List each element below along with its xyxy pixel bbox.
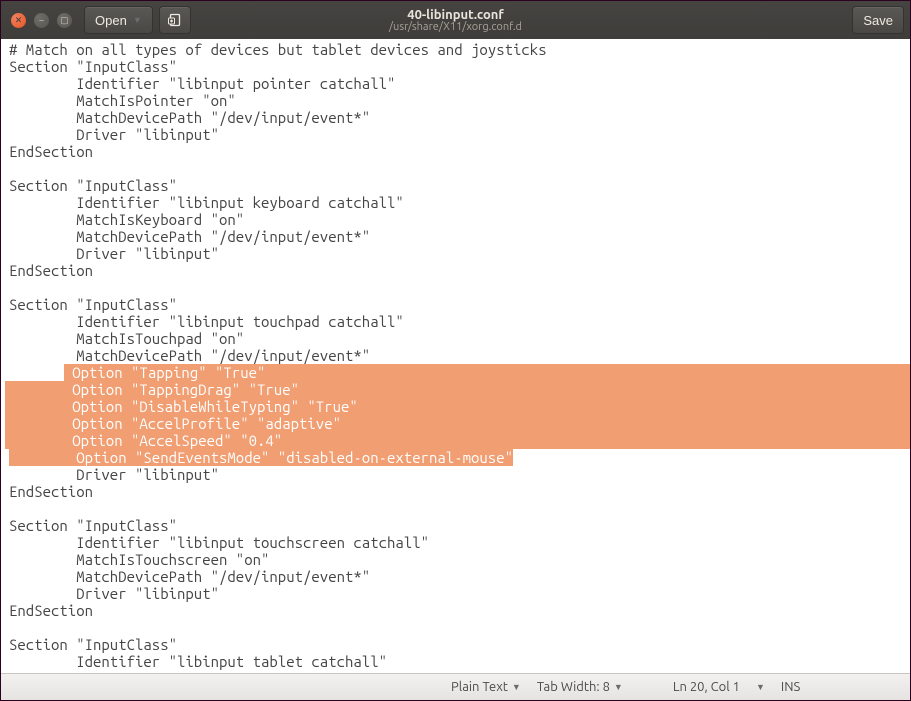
syntax-mode-label: Plain Text [451,680,508,694]
editor-line: MatchIsTouchpad "on" [5,330,910,347]
editor-line: Identifier "libinput touchpad catchall" [5,313,910,330]
tab-width-selector[interactable]: Tab Width: 8 ▼ [531,680,629,694]
chevron-down-icon: ▼ [756,682,765,692]
document-path: /usr/share/X11/xorg.conf.d [389,21,522,33]
editor-line: EndSection [5,483,910,500]
editor-line: MatchIsPointer "on" [5,92,910,109]
window-close-button[interactable]: ✕ [11,13,26,28]
status-bar: Plain Text ▼ Tab Width: 8 ▼ Ln 20, Col 1… [1,673,910,700]
chevron-down-icon: ▼ [512,682,521,692]
editor-line: Option "SendEventsMode" "disabled-on-ext… [5,449,910,466]
syntax-mode-selector[interactable]: Plain Text ▼ [445,680,527,694]
editor-line: MatchDevicePath "/dev/input/event*" [5,109,910,126]
editor-line [5,500,910,517]
save-button-label: Save [863,13,893,28]
editor-line: Option "TappingDrag" "True" [5,381,910,398]
chevron-down-icon: ▼ [133,15,142,25]
editor-line: EndSection [5,143,910,160]
editor-line: Section "InputClass" [5,296,910,313]
editor-line: MatchDevicePath "/dev/input/event*" [5,228,910,245]
editor-line [5,279,910,296]
editor-line: MatchIsTouchscreen "on" [5,551,910,568]
new-tab-button[interactable] [159,6,191,34]
editor-line: Driver "libinput" [5,245,910,262]
editor-line: EndSection [5,262,910,279]
cursor-position[interactable]: Ln 20, Col 1 [667,680,746,694]
editor-line: Option "AccelSpeed" "0.4" [5,432,910,449]
insert-mode-label: INS [781,680,800,694]
editor-line: Driver "libinput" [5,466,910,483]
editor-line [5,160,910,177]
editor-line: Identifier "libinput tablet catchall" [5,653,910,670]
new-document-icon [168,13,182,27]
chevron-down-icon: ▼ [614,682,623,692]
text-editor[interactable]: # Match on all types of devices but tabl… [1,39,910,673]
editor-line: Section "InputClass" [5,517,910,534]
editor-line: Section "InputClass" [5,636,910,653]
open-button[interactable]: Open ▼ [84,6,153,34]
cursor-position-menu[interactable]: ▼ [750,682,771,692]
editor-line: EndSection [5,602,910,619]
editor-line: Identifier "libinput touchscreen catchal… [5,534,910,551]
tab-width-label: Tab Width: 8 [537,680,610,694]
editor-line: Driver "libinput" [5,126,910,143]
window-maximize-button[interactable]: ▢ [57,13,72,28]
insert-mode-toggle[interactable]: INS [775,680,806,694]
cursor-position-label: Ln 20, Col 1 [673,680,740,694]
document-title: 40-libinput.conf [407,8,504,22]
editor-line: Option "DisableWhileTyping" "True" [5,398,910,415]
editor-line: Identifier "libinput keyboard catchall" [5,194,910,211]
window-controls: ✕ – ▢ [7,13,78,28]
editor-line: Section "InputClass" [5,58,910,75]
header-bar: ✕ – ▢ Open ▼ 40-libinput.conf /usr/share… [1,1,910,39]
window-minimize-button[interactable]: – [34,13,49,28]
editor-line: # Match on all types of devices but tabl… [5,41,910,58]
editor-line: MatchDevicePath "/dev/input/event*" [5,347,910,364]
editor-line [5,619,910,636]
open-button-label: Open [95,13,127,28]
editor-line: MatchDevicePath "/dev/input/event*" [5,568,910,585]
editor-line: Option "Tapping" "True" [5,364,910,381]
editor-line: Identifier "libinput pointer catchall" [5,75,910,92]
editor-line: Option "AccelProfile" "adaptive" [5,415,910,432]
editor-line: Driver "libinput" [5,585,910,602]
editor-line: MatchIsKeyboard "on" [5,211,910,228]
editor-line: Section "InputClass" [5,177,910,194]
save-button[interactable]: Save [852,6,904,34]
